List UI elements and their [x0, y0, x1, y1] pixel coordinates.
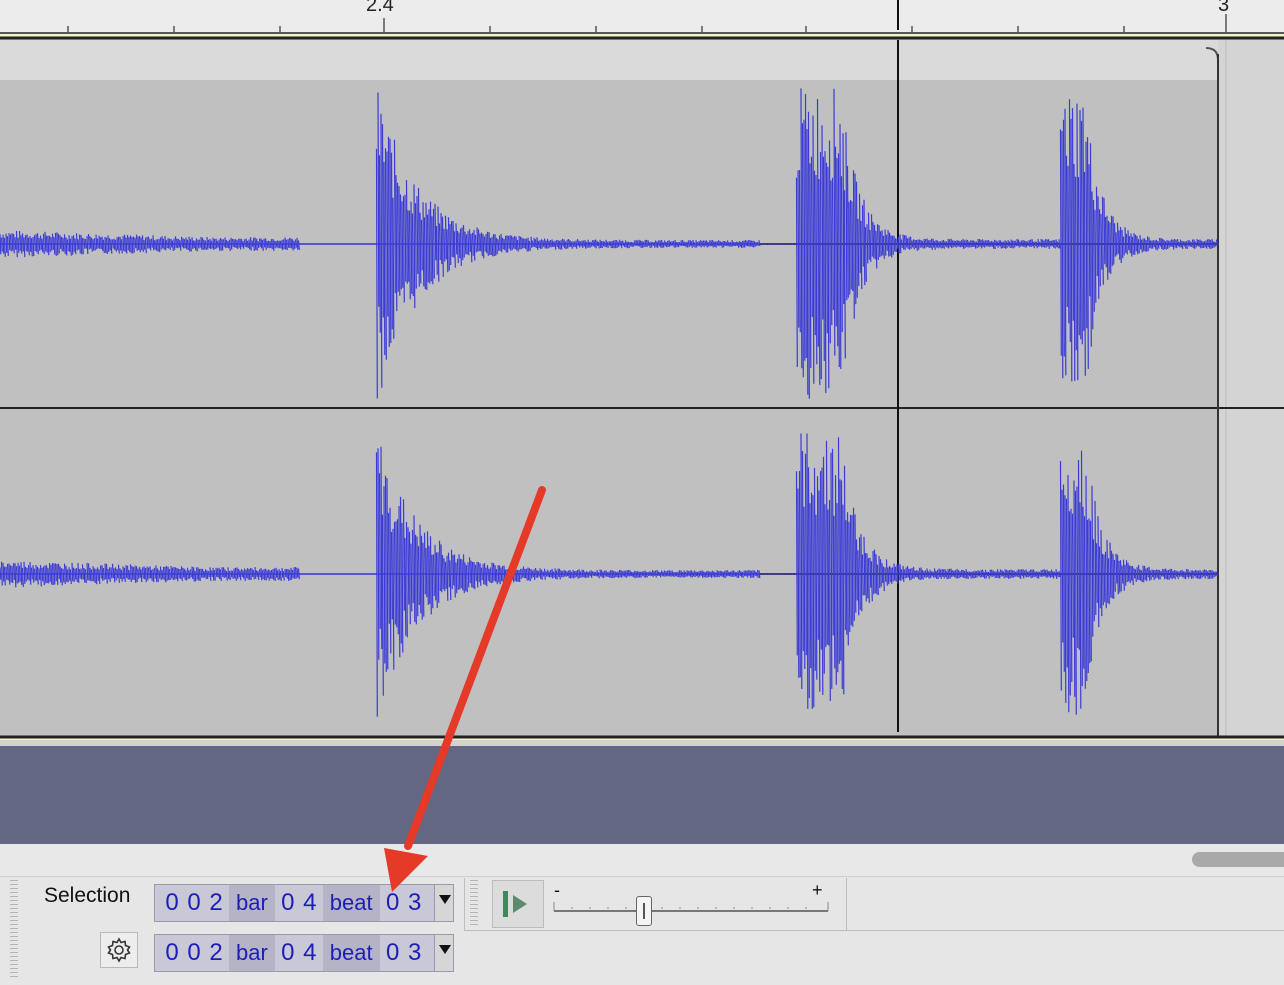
beat-unit-label: beat	[322, 935, 380, 971]
digit[interactable]: 0	[183, 889, 205, 917]
ruler-label-2-4: 2.4	[366, 0, 394, 16]
digit[interactable]: 0	[277, 889, 299, 917]
digit[interactable]: 4	[299, 939, 321, 967]
ruler-ticks	[0, 0, 1284, 34]
toolbar-grip-play-at-speed[interactable]	[470, 880, 478, 928]
bar-unit-label: bar	[229, 935, 275, 971]
digit[interactable]: 3	[404, 939, 426, 967]
play-at-speed-icon	[503, 891, 527, 917]
gear-icon	[107, 937, 131, 963]
digit[interactable]: 0	[161, 939, 183, 967]
playback-speed-slider[interactable]: - +	[552, 880, 832, 928]
empty-track-area[interactable]	[0, 746, 1284, 844]
dropdown-arrow-icon[interactable]	[434, 935, 453, 971]
beat-unit-label: beat	[322, 885, 380, 921]
toolbar-row-divider	[464, 930, 1284, 931]
clip-header	[0, 40, 1218, 80]
toolbar-grip[interactable]	[10, 880, 18, 980]
timeline-ruler[interactable]: 2.4 3	[0, 0, 1284, 34]
digit[interactable]: 0	[161, 889, 183, 917]
horizontal-scrollbar-thumb[interactable]	[1192, 852, 1284, 867]
track-area[interactable]	[0, 34, 1284, 746]
digit[interactable]: 0	[277, 939, 299, 967]
digit[interactable]: 0	[382, 939, 404, 967]
digit[interactable]: 0	[183, 939, 205, 967]
ruler-label-3: 3	[1218, 0, 1230, 16]
bar-unit-label: bar	[229, 885, 275, 921]
digit[interactable]: 2	[205, 889, 227, 917]
digit[interactable]: 4	[299, 889, 321, 917]
audio-track-stereo[interactable]	[0, 34, 1284, 746]
selection-label: Selection	[44, 884, 131, 907]
toolbar-separator	[846, 878, 847, 930]
play-at-speed-button[interactable]	[492, 880, 544, 928]
digit[interactable]: 3	[404, 889, 426, 917]
slider-track	[553, 902, 829, 912]
dropdown-arrow-icon[interactable]	[434, 885, 453, 921]
toolbar-separator	[464, 878, 465, 930]
selection-settings-button[interactable]	[100, 932, 138, 968]
selection-start-time[interactable]: 0 0 2 bar 0 4 beat 0 3	[154, 884, 454, 922]
horizontal-scroll-area	[0, 844, 1284, 876]
selection-end-time[interactable]: 0 0 2 bar 0 4 beat 0 3	[154, 934, 454, 972]
after-clip-area	[1218, 40, 1284, 736]
digit[interactable]: 0	[382, 889, 404, 917]
digit[interactable]: 2	[205, 939, 227, 967]
slider-thumb[interactable]	[636, 896, 653, 926]
